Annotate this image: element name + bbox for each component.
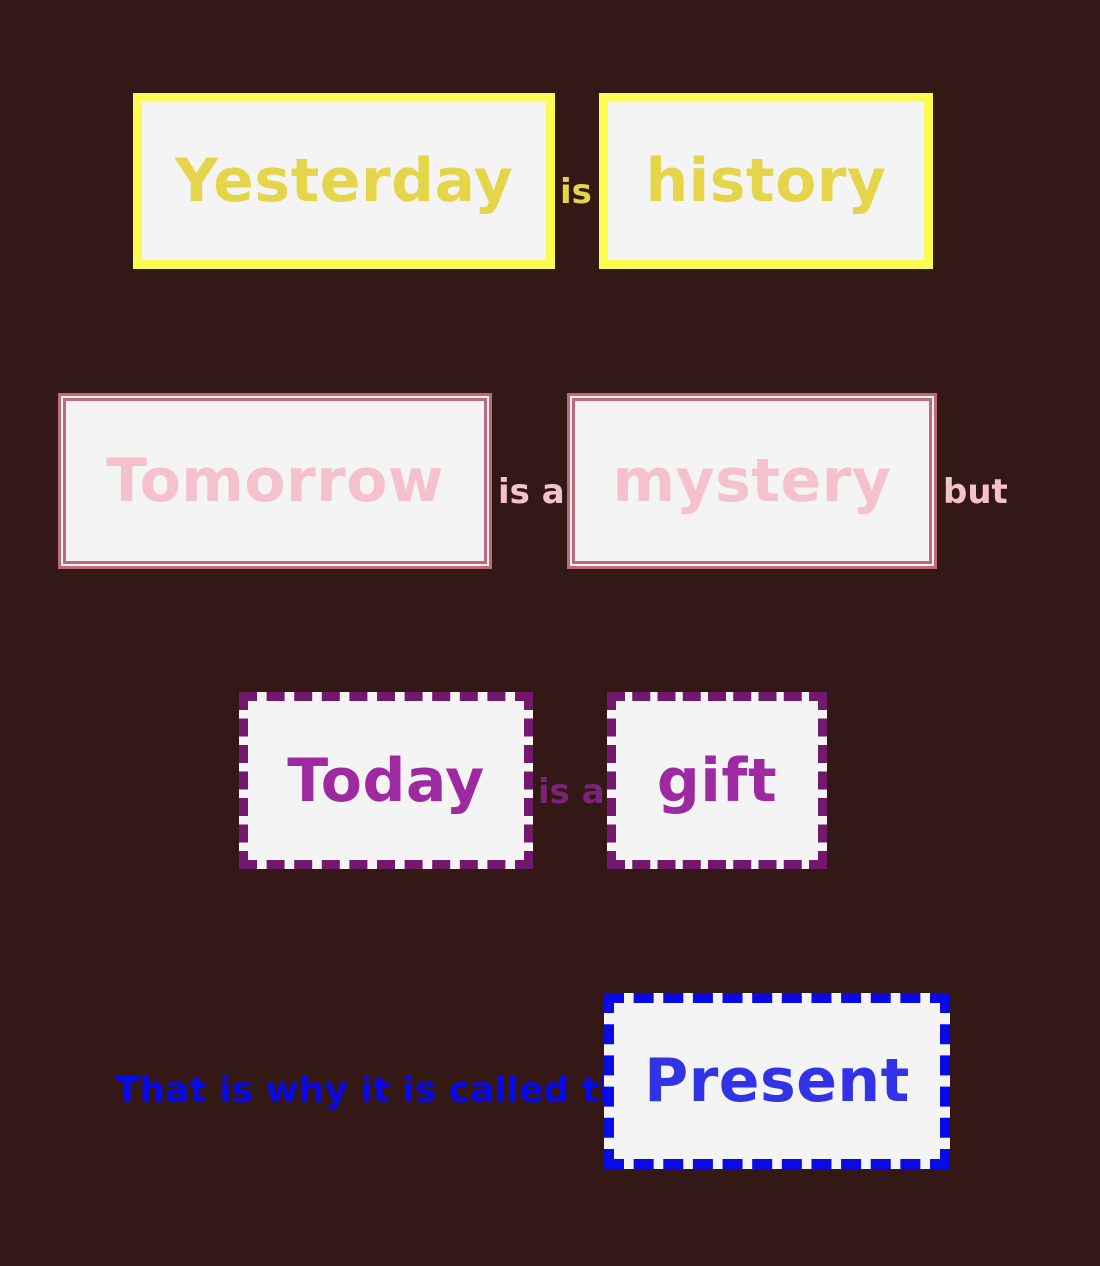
gift-box: gift	[607, 692, 827, 869]
is-a-connector: is a	[538, 772, 605, 812]
mystery-box: mystery	[567, 393, 937, 569]
today-box: Today	[239, 692, 533, 869]
history-box: history	[599, 93, 933, 269]
tomorrow-label: Tomorrow	[106, 446, 444, 516]
present-box: Present	[604, 993, 950, 1169]
yesterday-box: Yesterday	[133, 93, 555, 269]
today-label: Today	[287, 745, 485, 816]
gift-label: gift	[656, 745, 778, 816]
mystery-label: mystery	[612, 446, 892, 516]
present-label: Present	[644, 1046, 910, 1116]
is-a-connector: is a	[498, 472, 565, 512]
tomorrow-box: Tomorrow	[58, 393, 492, 569]
is-connector: is	[560, 172, 592, 212]
but-connector: but	[943, 472, 1008, 512]
history-label: history	[645, 146, 887, 216]
lead-sentence: That is why it is called the	[115, 1070, 650, 1111]
yesterday-label: Yesterday	[174, 146, 514, 216]
